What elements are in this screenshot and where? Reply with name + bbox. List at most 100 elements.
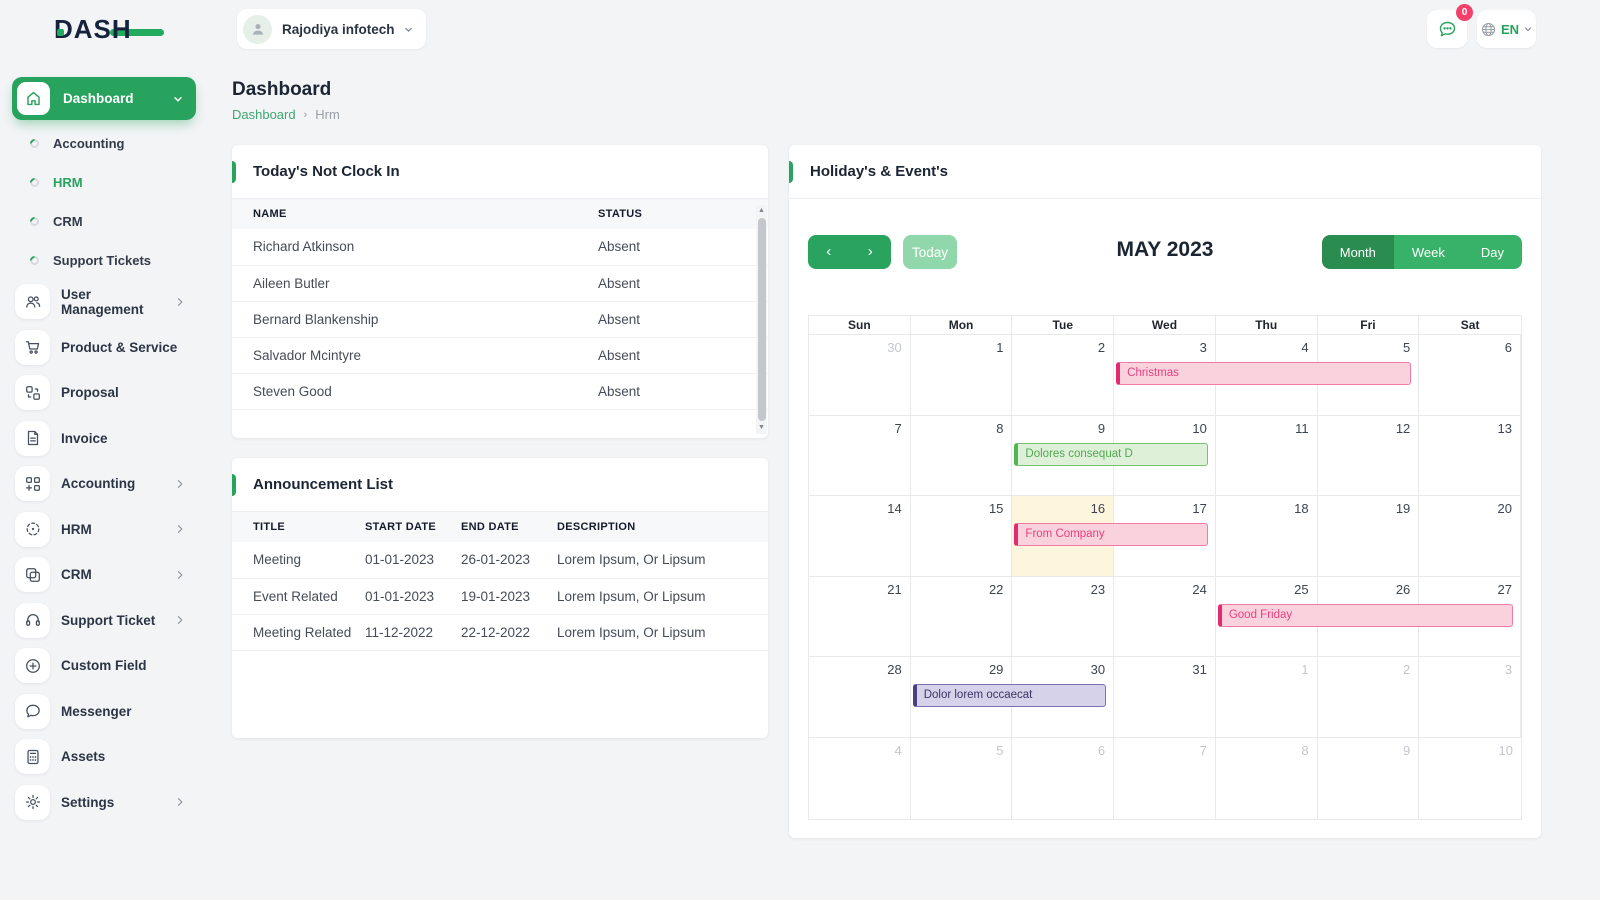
scrollbar[interactable]: ▲ ▼: [756, 205, 767, 434]
calendar-day-28[interactable]: 28: [809, 657, 911, 738]
sidebar-item-dashboard[interactable]: Dashboard: [12, 77, 196, 120]
sidebar-item-hrm[interactable]: HRM: [0, 507, 210, 553]
cell-title: Meeting Related: [232, 614, 365, 650]
calendar-day-5-out[interactable]: 5: [911, 738, 1013, 819]
sidebar-subitem-hrm[interactable]: HRM: [0, 163, 210, 202]
calendar-day-7[interactable]: 7: [809, 416, 911, 497]
scroll-down-arrow[interactable]: ▼: [756, 422, 767, 434]
bullet-icon: [28, 215, 41, 228]
calendar-day-8-out[interactable]: 8: [1216, 738, 1318, 819]
sidebar-item-settings[interactable]: Settings: [0, 780, 210, 826]
calendar-day-13[interactable]: 13: [1419, 416, 1521, 497]
chat-icon: [15, 694, 50, 729]
sidebar-item-user-management[interactable]: User Management: [0, 279, 210, 325]
column-header: TITLE: [232, 512, 365, 542]
calendar-day-24[interactable]: 24: [1114, 577, 1216, 658]
accent-bar: [789, 161, 793, 183]
calendar-event-dolores-consequat-d[interactable]: Dolores consequat D: [1014, 443, 1207, 466]
bullet-icon: [28, 137, 41, 150]
calendar-day-6[interactable]: 6: [1419, 335, 1521, 416]
calendar-day-6-out[interactable]: 6: [1012, 738, 1114, 819]
view-day-button[interactable]: Day: [1463, 235, 1522, 269]
calendar-event-from-company[interactable]: From Company: [1014, 523, 1207, 546]
language-selector[interactable]: EN: [1477, 10, 1536, 48]
column-header: STATUS: [598, 199, 768, 229]
calendar-day-8[interactable]: 8: [911, 416, 1013, 497]
sidebar-item-invoice[interactable]: Invoice: [0, 416, 210, 462]
sidebar-item-label: Settings: [61, 795, 114, 810]
clockin-card: Today's Not Clock In NAMESTATUS Richard …: [232, 145, 768, 438]
cell-name: Steven Good: [232, 373, 598, 409]
org-switcher[interactable]: Rajodiya infotech: [237, 9, 426, 49]
calendar-day-7-out[interactable]: 7: [1114, 738, 1216, 819]
calendar-day-2[interactable]: 2: [1012, 335, 1114, 416]
sidebar-subitem-support-tickets[interactable]: Support Tickets: [0, 241, 210, 280]
calendar-day-11[interactable]: 11: [1216, 416, 1318, 497]
sidebar-item-label: Custom Field: [61, 658, 147, 673]
app-logo[interactable]: DASH: [54, 14, 164, 50]
chevron-down-icon: [172, 93, 184, 105]
breadcrumb-current: Hrm: [315, 107, 340, 122]
cell-status: Absent: [598, 373, 768, 409]
announcement-card-header: Announcement List: [232, 458, 768, 512]
breadcrumb-dashboard-link[interactable]: Dashboard: [232, 107, 296, 122]
sidebar-item-crm[interactable]: CRM: [0, 552, 210, 598]
sidebar-subitem-label: HRM: [53, 175, 83, 190]
calendar-event-dolor-lorem-occaecat[interactable]: Dolor lorem occaecat: [913, 684, 1106, 707]
messages-button[interactable]: 0: [1427, 10, 1467, 48]
sidebar-item-proposal[interactable]: Proposal: [0, 370, 210, 416]
calendar-day-23[interactable]: 23: [1012, 577, 1114, 658]
clockin-table: NAMESTATUS Richard AtkinsonAbsentAileen …: [232, 199, 768, 410]
sidebar-subitem-accounting[interactable]: Accounting: [0, 124, 210, 163]
calendar-day-9-out[interactable]: 9: [1318, 738, 1420, 819]
sidebar-item-assets[interactable]: Assets: [0, 734, 210, 780]
sidebar-subitem-label: CRM: [53, 214, 83, 229]
calendar-day-19[interactable]: 19: [1318, 496, 1420, 577]
calendar-day-31[interactable]: 31: [1114, 657, 1216, 738]
weekday-label: Tue: [1012, 316, 1114, 335]
calendar-day-10-out[interactable]: 10: [1419, 738, 1521, 819]
calendar-day-1-out[interactable]: 1: [1216, 657, 1318, 738]
chevron-right-icon: [174, 569, 186, 581]
calendar-day-1[interactable]: 1: [911, 335, 1013, 416]
accent-bar: [232, 161, 236, 183]
calendar-day-14[interactable]: 14: [809, 496, 911, 577]
weekday-label: Sat: [1419, 316, 1521, 335]
cell-end-date: 26-01-2023: [461, 542, 557, 578]
sidebar-item-label: HRM: [61, 522, 92, 537]
calendar-day-15[interactable]: 15: [911, 496, 1013, 577]
calendar-day-18[interactable]: 18: [1216, 496, 1318, 577]
calendar-day-21[interactable]: 21: [809, 577, 911, 658]
calendar-day-30-out[interactable]: 30: [809, 335, 911, 416]
view-month-button[interactable]: Month: [1322, 235, 1394, 269]
view-week-button[interactable]: Week: [1394, 235, 1463, 269]
calendar-event-christmas[interactable]: Christmas: [1116, 362, 1411, 385]
sidebar-item-accounting[interactable]: Accounting: [0, 461, 210, 507]
scrollbar-thumb[interactable]: [758, 218, 766, 421]
sidebar-item-support-ticket[interactable]: Support Ticket: [0, 598, 210, 644]
cell-description: Lorem Ipsum, Or Lipsum: [557, 578, 768, 614]
sidebar-item-messenger[interactable]: Messenger: [0, 689, 210, 735]
calendar-day-20[interactable]: 20: [1419, 496, 1521, 577]
calendar-day-4-out[interactable]: 4: [809, 738, 911, 819]
sidebar-item-custom-field[interactable]: Custom Field: [0, 643, 210, 689]
cell-start-date: 11-12-2022: [365, 614, 461, 650]
sidebar-item-label: Dashboard: [63, 91, 134, 106]
gear-icon: [15, 785, 50, 820]
calendar-day-2-out[interactable]: 2: [1318, 657, 1420, 738]
bullet-icon: [28, 254, 41, 267]
calendar-day-12[interactable]: 12: [1318, 416, 1420, 497]
sidebar-item-label: Support Ticket: [61, 613, 155, 628]
calendar-day-22[interactable]: 22: [911, 577, 1013, 658]
cell-title: Meeting: [232, 542, 365, 578]
cell-status: Absent: [598, 337, 768, 373]
calendar-event-good-friday[interactable]: Good Friday: [1218, 604, 1513, 627]
sidebar-subitem-crm[interactable]: CRM: [0, 202, 210, 241]
calendar-grid: SunMonTueWedThuFriSat 30123456Christmas7…: [808, 315, 1522, 820]
cell-description: Lorem Ipsum, Or Lipsum: [557, 614, 768, 650]
cell-status: Absent: [598, 229, 768, 265]
sidebar-item-product-service[interactable]: Product & Service: [0, 325, 210, 371]
sidebar: DASH Dashboard Accounting HRM CRM Support T…: [0, 0, 210, 900]
scroll-up-arrow[interactable]: ▲: [756, 205, 767, 217]
calendar-day-3-out[interactable]: 3: [1419, 657, 1521, 738]
